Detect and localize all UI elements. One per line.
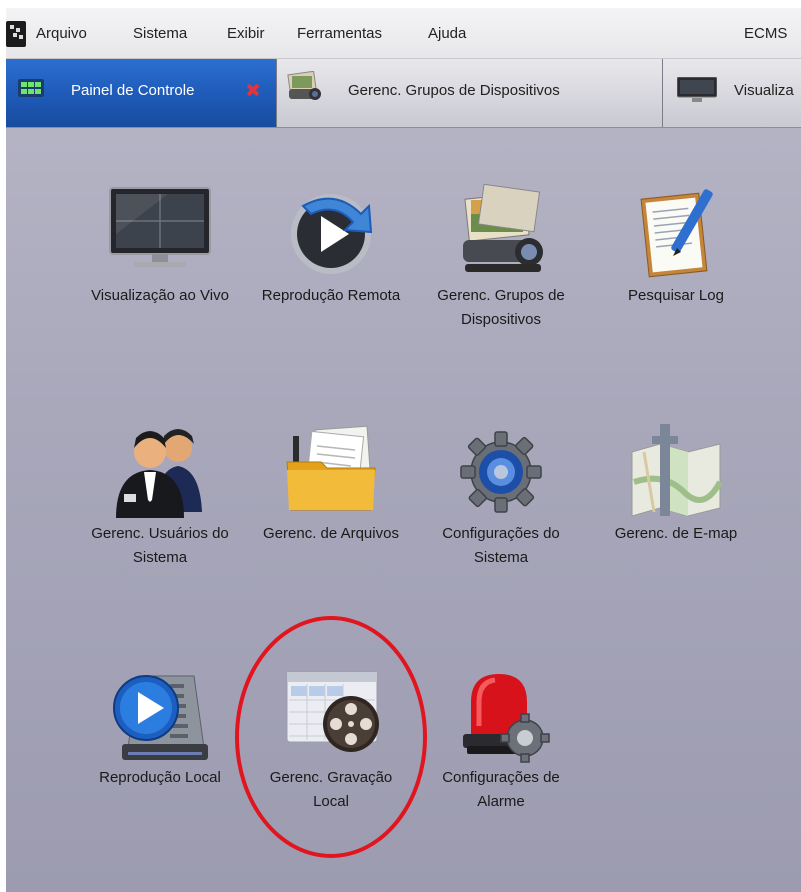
tile-label: Gerenc. Grupos de Dispositivos [437,287,565,328]
tile-remote-playback[interactable]: Reprodução Remota [251,184,411,308]
alarm-settings-icon [463,674,550,763]
control-panel-window: Arquivo Sistema Exibir Ferramentas Ajuda… [6,8,801,892]
menu-exibir[interactable]: Exibir [227,25,265,42]
tab-device-groups[interactable]: Gerenc. Grupos de Dispositivos [277,59,663,127]
app-title: ECMS [744,25,788,42]
device-groups-icon [463,184,543,272]
tile-user-management[interactable]: Gerenc. Usuários do Sistema [80,422,240,570]
tab-visualizacao[interactable]: Visualiza [663,59,801,127]
tab-label: Visualiza [734,82,794,99]
remote-playback-icon [291,194,373,274]
menu-ferramentas[interactable]: Ferramentas [297,25,382,42]
tile-device-groups[interactable]: Gerenc. Grupos de Dispositivos [421,184,581,332]
users-icon [116,429,202,518]
tile-label: Gerenc. de E-map [614,525,738,542]
menu-bar: Arquivo Sistema Exibir Ferramentas Ajuda… [6,8,801,59]
monitor-icon [109,187,211,267]
app-logo-icon [6,21,26,47]
log-search-icon [640,189,713,278]
tile-search-log[interactable]: Pesquisar Log [596,184,756,308]
tile-alarm-settings[interactable]: Configurações de Alarme [421,666,581,814]
menu-ajuda[interactable]: Ajuda [428,25,466,42]
tile-label: Gerenc. Usuários do Sistema [91,525,229,566]
tile-file-management[interactable]: Gerenc. de Arquivos [251,422,411,546]
tile-live-view[interactable]: Visualização ao Vivo [80,184,240,308]
tile-label: Reprodução Remota [261,287,401,304]
monitor-icon [677,77,717,102]
tab-painel-de-controle[interactable]: Painel de Controle [6,59,277,127]
menu-arquivo[interactable]: Arquivo [36,25,87,42]
tab-label: Gerenc. Grupos de Dispositivos [348,82,560,99]
device-groups-icon [287,71,321,100]
tile-label: Configurações do Sistema [442,525,560,566]
tile-label: Reprodução Local [99,769,221,786]
local-playback-icon [113,675,208,760]
tile-label: Pesquisar Log [628,287,724,304]
control-panel-icon [18,79,44,97]
system-settings-icon [460,431,542,513]
close-tab-icon[interactable] [246,83,260,97]
tab-bar: Painel de Controle Gerenc. Grupos de Dis… [6,59,801,128]
tile-local-playback[interactable]: Reprodução Local [80,666,240,790]
tab-label: Painel de Controle [71,82,195,99]
tile-label: Configurações de Alarme [442,769,560,810]
tile-label: Gerenc. de Arquivos [263,525,399,542]
red-highlight-circle [235,616,427,858]
folder-icon [286,425,376,511]
emap-icon [631,424,723,517]
tile-emap-management[interactable]: Gerenc. de E-map [596,422,756,546]
tile-system-settings[interactable]: Configurações do Sistema [421,422,581,570]
menu-sistema[interactable]: Sistema [133,25,187,42]
tile-label: Visualização ao Vivo [91,287,229,304]
